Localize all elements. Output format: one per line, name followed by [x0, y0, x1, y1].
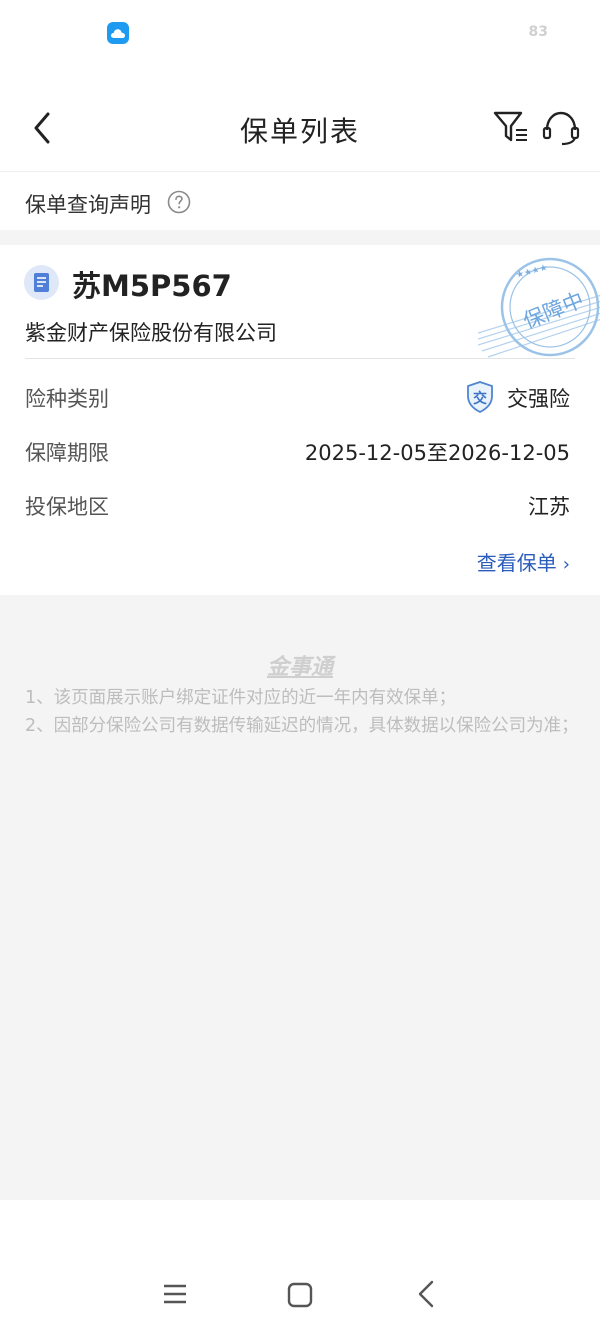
badge-char: 交 [473, 390, 487, 407]
cloud-app-icon [107, 22, 129, 44]
status-bar: 83 [0, 0, 600, 70]
footer-notes: 金事通 1、该页面展示账户绑定证件对应的近一年内有效保单； 2、因部分保险公司有… [0, 595, 600, 1200]
back-triangle-icon[interactable] [415, 1280, 437, 1312]
headset-icon[interactable] [541, 108, 581, 148]
document-icon [24, 265, 59, 300]
status-stamp: ★★★★ 保障中 [478, 257, 600, 358]
menu-icon[interactable] [163, 1283, 187, 1309]
stamp-stars: ★★★★ [515, 263, 549, 281]
policy-card[interactable]: 苏M5P567 紫金财产保险股份有限公司 ★★★★ 保障中 险种类别 交 交强险… [0, 245, 600, 595]
divider [25, 358, 575, 359]
compulsory-insurance-badge: 交 [466, 381, 494, 414]
filter-icon[interactable] [492, 108, 530, 146]
brand-watermark: 金事通 [266, 655, 333, 680]
view-policy-link[interactable]: 查看保单 › [477, 547, 570, 576]
coverage-type-label: 险种类别 [25, 387, 109, 411]
policy-query-notice[interactable]: 保单查询声明 [0, 172, 600, 230]
insurer-name: 紫金财产保险股份有限公司 [25, 321, 277, 345]
home-square-icon[interactable] [287, 1282, 313, 1312]
battery-level: 83 [528, 24, 548, 40]
insured-region-value: 江苏 [528, 495, 570, 519]
coverage-period-label: 保障期限 [25, 441, 109, 465]
license-plate: 苏M5P567 [72, 269, 232, 303]
system-navigation-bar [0, 1200, 600, 1333]
coverage-type-value: 交强险 [507, 387, 570, 411]
coverage-period-value: 2025-12-05至2026-12-05 [304, 441, 570, 465]
note-2: 2、因部分保险公司有数据传输延迟的情况，具体数据以保险公司为准； [25, 716, 579, 736]
question-circle-icon[interactable] [167, 190, 191, 218]
view-policy-label: 查看保单 [476, 551, 557, 575]
insured-region-label: 投保地区 [25, 495, 109, 519]
nav-bar: 保单列表 [0, 70, 600, 172]
note-1: 1、该页面展示账户绑定证件对应的近一年内有效保单； [25, 688, 457, 708]
notice-label: 保单查询声明 [25, 193, 151, 217]
chevron-right-icon: › [562, 554, 570, 575]
